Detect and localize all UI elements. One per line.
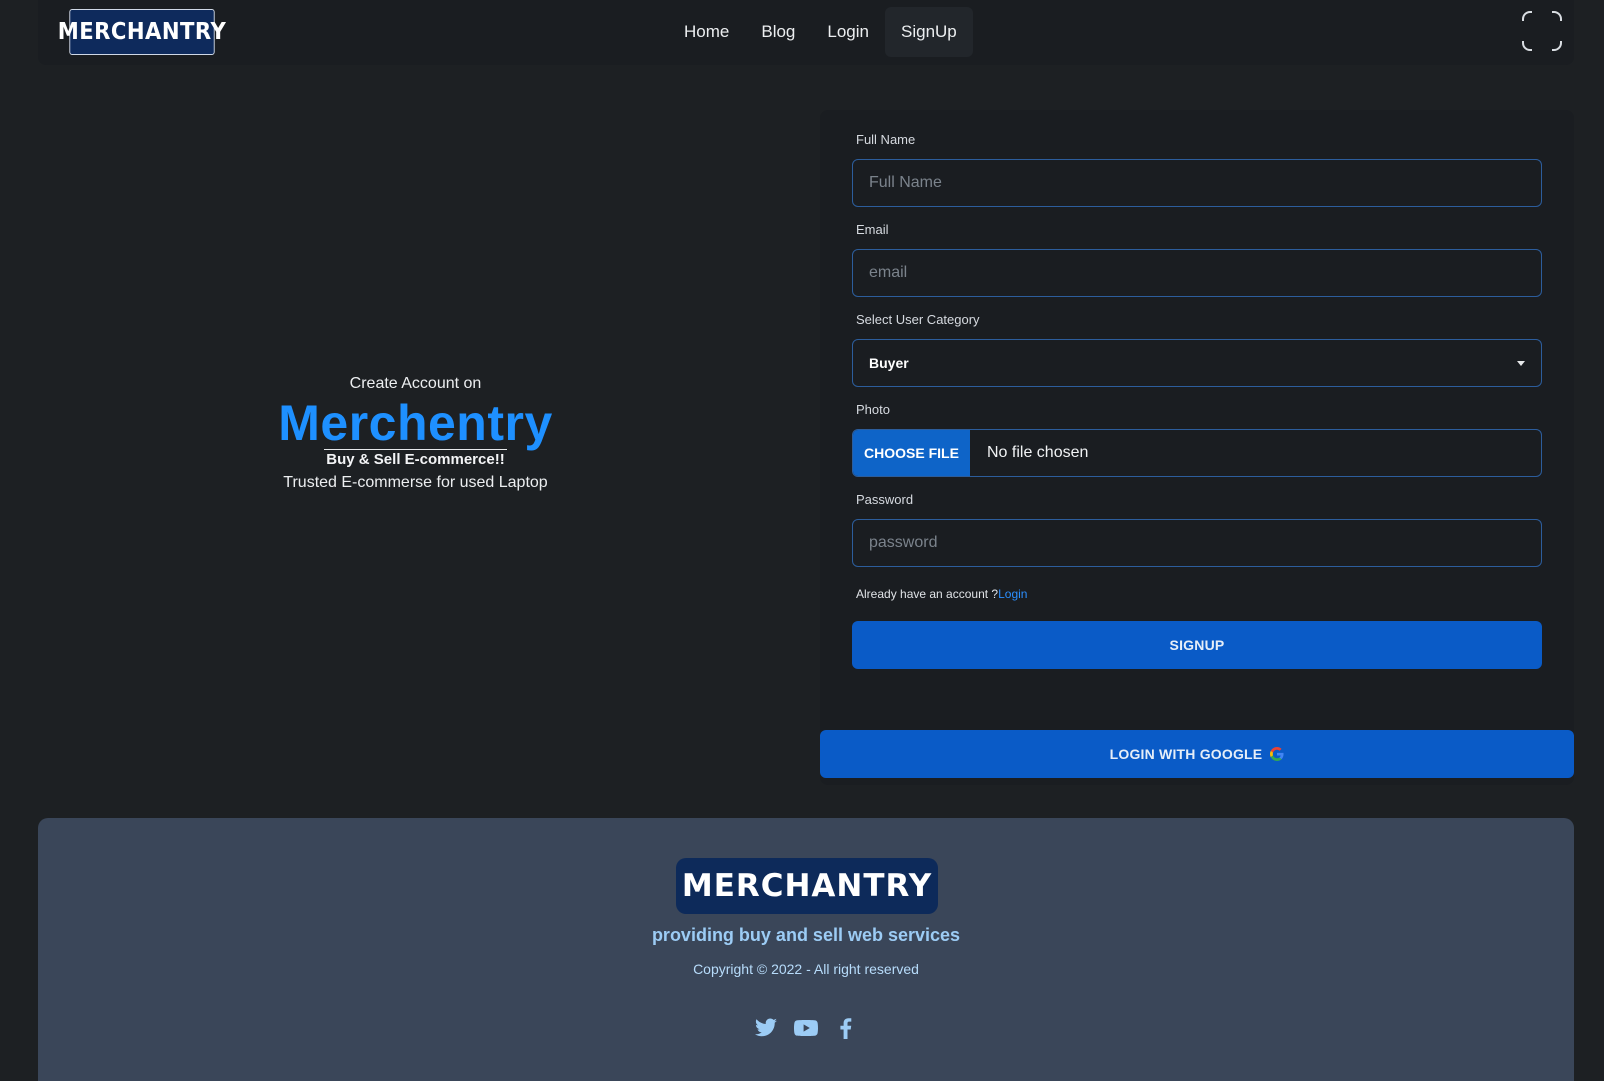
login-hint-text: Already have an account ?	[856, 587, 999, 601]
choose-file-button[interactable]: CHOOSE FILE	[853, 430, 970, 476]
full-name-group: Full Name	[852, 132, 1542, 207]
nav-link-home[interactable]: Home	[668, 7, 745, 57]
nav-link-login[interactable]: Login	[811, 7, 885, 57]
password-group: Password	[852, 492, 1542, 567]
email-input[interactable]	[852, 249, 1542, 297]
google-icon	[1270, 747, 1284, 761]
hero-subtitle: Trusted E-commerse for used Laptop	[283, 474, 548, 491]
password-label: Password	[856, 492, 914, 507]
hero-tagline: Buy & Sell E-commerce!!	[324, 449, 507, 468]
google-login-button[interactable]: LOGIN WITH GOOGLE	[820, 730, 1574, 778]
nav-links: Home Blog Login SignUp	[668, 7, 973, 57]
signup-button[interactable]: SIGNUP	[852, 621, 1542, 669]
email-label: Email	[856, 222, 889, 237]
file-status: No file chosen	[987, 444, 1089, 461]
photo-label: Photo	[856, 402, 890, 417]
footer-tagline: providing buy and sell web services	[651, 925, 961, 945]
password-input[interactable]	[852, 519, 1542, 567]
nav-link-blog[interactable]: Blog	[745, 7, 811, 57]
login-link[interactable]: Login	[998, 587, 1027, 601]
hero-section: Create Account on Merchentry Buy & Sell …	[38, 90, 793, 780]
footer-copyright: Copyright © 2022 - All right reserved	[693, 961, 919, 977]
google-login-label: LOGIN WITH GOOGLE	[1109, 746, 1263, 762]
twitter-icon[interactable]	[754, 1016, 778, 1040]
facebook-icon[interactable]	[834, 1016, 858, 1040]
theme-toggle-icon[interactable]	[1521, 10, 1563, 52]
photo-file-input[interactable]: CHOOSE FILE No file chosen	[852, 429, 1542, 477]
email-group: Email	[852, 222, 1542, 297]
footer: MERCHANTRY providing buy and sell web se…	[38, 818, 1574, 1081]
photo-group: Photo CHOOSE FILE No file chosen	[852, 402, 1542, 477]
nav-link-signup[interactable]: SignUp	[885, 7, 973, 57]
category-selected: Buyer	[869, 355, 909, 371]
category-select[interactable]: Buyer	[852, 339, 1542, 387]
social-links	[38, 1016, 1574, 1040]
full-name-label: Full Name	[856, 132, 916, 147]
login-hint: Already have an account ?Login	[856, 587, 1027, 601]
chevron-down-icon	[1517, 360, 1525, 366]
category-label: Select User Category	[856, 312, 980, 327]
hero-pre-title: Create Account on	[349, 375, 482, 392]
category-group: Select User Category Buyer	[852, 312, 1542, 387]
footer-logo: MERCHANTRY	[676, 858, 938, 914]
youtube-icon[interactable]	[794, 1016, 818, 1040]
hero-brand: Merchentry	[278, 395, 553, 451]
signup-form: Full Name Email Select User Category Buy…	[820, 110, 1574, 785]
navbar: MERCHANTRY Home Blog Login SignUp	[38, 0, 1574, 65]
logo[interactable]: MERCHANTRY	[58, 9, 226, 55]
full-name-input[interactable]	[852, 159, 1542, 207]
